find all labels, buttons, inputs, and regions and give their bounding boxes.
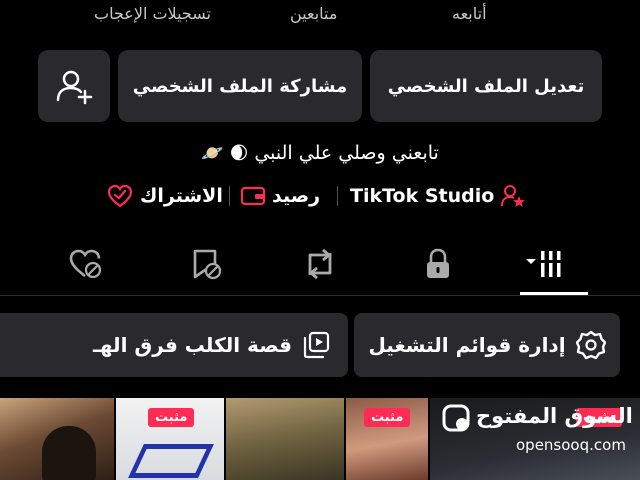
grid-icon: [526, 251, 563, 277]
video-thumbnail[interactable]: مثبت: [116, 398, 224, 480]
link-divider: [337, 186, 338, 206]
bio-emoji-moon: 🌒: [229, 142, 249, 164]
link-divider: [229, 186, 230, 206]
liked-hidden-icon: [69, 249, 102, 279]
video-thumbnail[interactable]: [226, 398, 344, 480]
bio-emoji-planet: 🪐: [201, 142, 224, 164]
tab-private[interactable]: [418, 244, 458, 284]
wallet-icon: [240, 186, 266, 206]
opensooq-logo-icon: [442, 404, 470, 432]
manage-playlists-button[interactable]: إدارة قوائم التشغيل: [354, 313, 620, 377]
bookmark-hidden-icon: [193, 249, 222, 280]
watermark-site: opensooq.com: [516, 436, 626, 454]
profile-tabs: [0, 238, 640, 296]
watermark-brand: السوق المفتوح: [476, 404, 633, 428]
lock-icon: [427, 248, 449, 278]
tabs-divider: [0, 295, 640, 296]
pinned-badge: مثبت: [364, 408, 411, 427]
gear-icon: [575, 330, 606, 360]
video-thumbnail[interactable]: مثبت: [346, 398, 428, 480]
add-friend-button[interactable]: [38, 50, 110, 122]
balance-label: رصيد: [272, 185, 321, 207]
playlist-story-chip[interactable]: قصة الكلب فرق الهـ: [0, 313, 348, 377]
balance-link[interactable]: رصيد: [240, 180, 320, 212]
tab-liked[interactable]: [66, 244, 106, 284]
following-label[interactable]: أتابعه: [452, 4, 487, 23]
share-profile-label: مشاركة الملف الشخصي: [132, 75, 348, 97]
opensooq-watermark: السوق المفتوح opensooq.com: [436, 400, 636, 460]
person-star-icon: [501, 185, 526, 207]
tab-videos[interactable]: [524, 244, 564, 284]
edit-profile-label: تعديل الملف الشخصي: [387, 75, 585, 97]
repost-icon: [308, 248, 332, 280]
subscription-icon: [107, 184, 133, 208]
share-profile-button[interactable]: مشاركة الملف الشخصي: [118, 50, 362, 122]
playlist-story-label: قصة الكلب فرق الهـ: [93, 333, 292, 357]
thumbnail-person: [42, 426, 96, 480]
tab-reposts[interactable]: [300, 244, 340, 284]
tab-favorites[interactable]: [186, 244, 226, 284]
stats-row: أتابعه متابعين تسجيلات الإعجاب: [0, 0, 640, 38]
playlist-icon: [303, 331, 330, 359]
bio-text: تابعني وصلي علي النبي: [254, 142, 439, 164]
tiktok-studio-link[interactable]: TikTok Studio: [350, 180, 526, 212]
likes-label[interactable]: تسجيلات الإعجاب: [94, 4, 211, 23]
profile-links-row: TikTok Studio رصيد الاشتراك: [100, 180, 540, 212]
subscription-link[interactable]: الاشتراك: [106, 180, 223, 212]
manage-playlists-label: إدارة قوائم التشغيل: [368, 333, 566, 357]
video-thumbnail[interactable]: [0, 398, 114, 480]
tiktok-studio-label: TikTok Studio: [350, 185, 495, 207]
pinned-badge: مثبت: [148, 408, 195, 427]
thumbnail-shape: [128, 444, 214, 478]
edit-profile-button[interactable]: تعديل الملف الشخصي: [370, 50, 602, 122]
profile-bio: 🪐 🌒 تابعني وصلي علي النبي: [190, 138, 450, 168]
followers-label[interactable]: متابعين: [290, 4, 337, 23]
person-plus-icon: [56, 70, 93, 105]
subscription-label: الاشتراك: [140, 185, 223, 207]
